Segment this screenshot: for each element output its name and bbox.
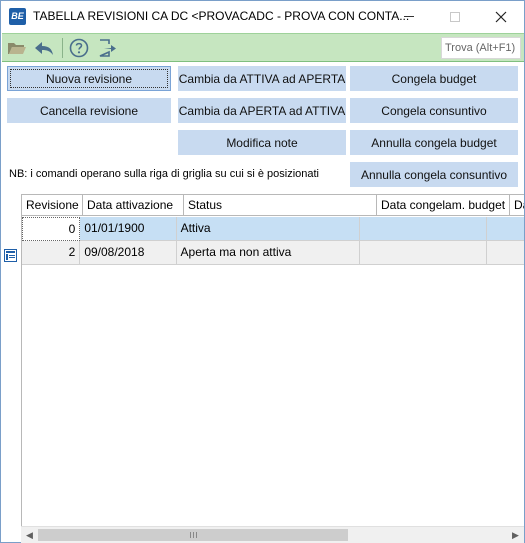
- search-input[interactable]: Trova (Alt+F1): [441, 37, 521, 59]
- close-icon: [495, 11, 507, 22]
- table-row[interactable]: 0 01/01/1900 Attiva: [22, 217, 524, 241]
- grid-header: Revisione Data attivazione Status Data c…: [22, 195, 524, 216]
- cancella-revisione-button[interactable]: Cancella revisione: [7, 98, 171, 123]
- row-edit-icon: [4, 249, 17, 262]
- column-header-revisione[interactable]: Revisione: [22, 195, 83, 216]
- help-icon[interactable]: [68, 37, 90, 59]
- cell-extra[interactable]: [486, 217, 524, 241]
- scroll-right-icon[interactable]: ▶: [507, 527, 524, 543]
- column-header-data-congelam-budget[interactable]: Data congelam. budget: [377, 195, 510, 216]
- scroll-left-icon[interactable]: ◀: [21, 527, 38, 543]
- cell-status[interactable]: Attiva: [176, 217, 361, 241]
- main-window: BE TABELLA REVISIONI CA DC <PROVACADC - …: [0, 0, 525, 543]
- annulla-congela-consuntivo-button[interactable]: Annulla congela consuntivo: [350, 162, 518, 187]
- congela-budget-button[interactable]: Congela budget: [350, 66, 518, 91]
- revisions-grid[interactable]: Revisione Data attivazione Status Data c…: [21, 194, 524, 526]
- title-bar[interactable]: BE TABELLA REVISIONI CA DC <PROVACADC - …: [1, 1, 524, 32]
- window-title: TABELLA REVISIONI CA DC <PROVACADC - PRO…: [33, 9, 410, 23]
- close-button[interactable]: [478, 1, 524, 32]
- minimize-button[interactable]: [386, 1, 432, 32]
- horizontal-scrollbar[interactable]: ◀ ▶: [21, 526, 524, 543]
- maximize-icon: [450, 11, 460, 22]
- column-header-data-attivazione[interactable]: Data attivazione: [83, 195, 184, 216]
- cambia-aperta-attiva-button[interactable]: Cambia da APERTA ad ATTIVA: [178, 98, 346, 123]
- app-logo-icon: BE: [9, 8, 26, 25]
- undo-icon[interactable]: [33, 37, 55, 59]
- modifica-note-button[interactable]: Modifica note: [178, 130, 346, 155]
- cell-data-attivazione[interactable]: 09/08/2018: [80, 241, 177, 265]
- cell-revisione[interactable]: 2: [22, 241, 81, 265]
- cell-status[interactable]: Aperta ma non attiva: [176, 241, 361, 265]
- exit-icon[interactable]: [96, 37, 118, 59]
- maximize-button[interactable]: [432, 1, 478, 32]
- minimize-icon: [404, 16, 414, 17]
- cell-data-congelam-budget[interactable]: [360, 217, 487, 241]
- info-note: NB: i comandi operano sulla riga di grig…: [9, 168, 319, 180]
- column-header-status[interactable]: Status: [184, 195, 377, 216]
- toolbar: Trova (Alt+F1): [2, 33, 524, 62]
- cambia-attiva-aperta-button[interactable]: Cambia da ATTIVA ad APERTA: [178, 66, 346, 91]
- cell-data-attivazione[interactable]: 01/01/1900: [80, 217, 177, 241]
- congela-consuntivo-button[interactable]: Congela consuntivo: [350, 98, 518, 123]
- cell-revisione[interactable]: 0: [22, 217, 81, 241]
- folder-open-icon[interactable]: [6, 37, 28, 59]
- annulla-congela-budget-button[interactable]: Annulla congela budget: [350, 130, 518, 155]
- cell-extra[interactable]: [486, 241, 524, 265]
- scrollbar-thumb[interactable]: [38, 529, 348, 541]
- cell-data-congelam-budget[interactable]: [360, 241, 487, 265]
- column-header-extra[interactable]: Da: [510, 195, 524, 216]
- nuova-revisione-button[interactable]: Nuova revisione: [7, 66, 171, 91]
- toolbar-separator: [62, 38, 63, 58]
- table-row[interactable]: 2 09/08/2018 Aperta ma non attiva: [22, 241, 524, 265]
